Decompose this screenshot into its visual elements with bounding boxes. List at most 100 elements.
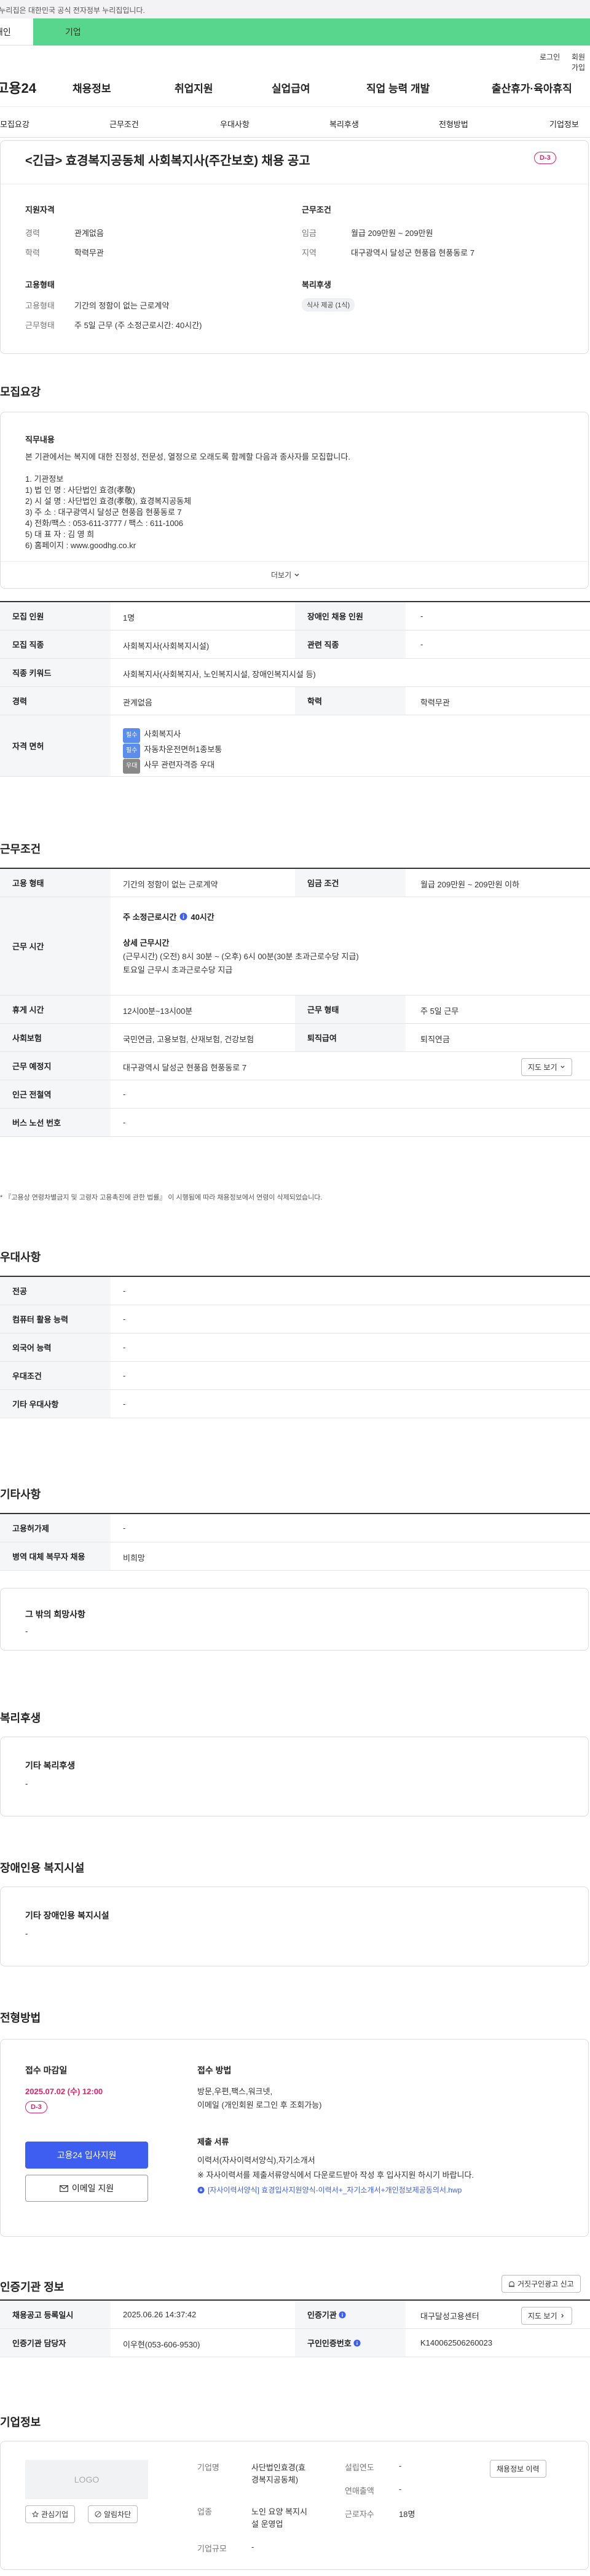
snb-conditions[interactable]: 근무조건	[109, 118, 139, 130]
disabled-box: 기타 장애인용 복지시설 -	[0, 1887, 589, 1966]
contact-value: 이우현(053-606-9530)	[123, 2340, 200, 2349]
block-alert-button[interactable]: 알림차단	[88, 2505, 138, 2523]
biz-value-1: 노인 요양 복지시	[251, 2507, 307, 2516]
insurance-key: 사회보험	[0, 1024, 111, 1051]
company-name-value-2: 경복지공동체)	[251, 2475, 299, 2484]
emp-title: 고용형태	[25, 280, 55, 289]
duty-line	[25, 463, 350, 474]
severance-key: 퇴직급여	[295, 1024, 406, 1051]
recruit-section-title: 모집요강	[0, 386, 41, 398]
list-item: 우대 사무 관련자격증 우대	[123, 758, 222, 774]
table-row: 기타 우대사항 -	[0, 1390, 590, 1418]
duty-title: 직무내용	[25, 435, 55, 444]
count-value: 1명	[123, 613, 135, 622]
qual-title: 지원자격	[25, 205, 55, 214]
docs-value-1: 이력서(자사이력서양식),자기소개서	[197, 2156, 315, 2165]
edu-value: 학력무관	[74, 248, 104, 257]
table-row: 모집 인원 1명 장애인 채용 인원 -	[0, 602, 590, 630]
table-row: 인근 전철역 -	[0, 1080, 590, 1109]
divider	[1, 561, 588, 562]
gnb-item-training[interactable]: 직업 능력 개발	[366, 80, 430, 95]
job-history-button[interactable]: 채용정보 이력	[490, 2460, 546, 2478]
preference-table: 전공 - 컴퓨터 활용 능력 - 외국어 능력 - 우대조건 - 기타 우대사항 -	[0, 1276, 590, 1418]
disabled-box-title: 기타 장애인용 복지시설	[25, 1910, 109, 1920]
workplace-key: 근무 예정지	[0, 1052, 111, 1080]
emptype-row-value: 기간의 정함이 없는 근로계약	[123, 880, 218, 889]
etc-table: 고용허가제 - 병역 대체 복무자 채용 비희망	[0, 1513, 590, 1571]
apply-button[interactable]: 고용24 입사지원	[25, 2142, 148, 2169]
work-title: 근무조건	[302, 205, 331, 214]
snb-welfare[interactable]: 복리후생	[329, 118, 359, 130]
company-box: LOGO 관심기업 알림차단 기업명 사단법인효경(효 경복지공동체) 설립연도…	[0, 2441, 589, 2570]
hours-value: 주 5일 근무 (주 소정근로시간: 40시간)	[74, 321, 202, 330]
gnb-item-unemployment[interactable]: 실업급여	[272, 80, 310, 95]
disabled-key: 장애인 채용 인원	[295, 602, 406, 630]
snb-preference[interactable]: 우대사항	[220, 118, 250, 130]
interest-company-button[interactable]: 관심기업	[25, 2505, 76, 2523]
gnb-item-parental-leave[interactable]: 출산휴가·육아휴직	[492, 80, 572, 95]
info-icon[interactable]	[179, 913, 187, 921]
tab-personal[interactable]: 개인	[0, 18, 33, 45]
doc-download-link[interactable]: [자사이력서양식] 효경입사지원양식-이력서+_자기소개서+개인정보제공동의서.…	[197, 2185, 462, 2195]
table-row: 휴게 시간 12시00분~13시00분 근무 형태 주 5일 근무	[0, 995, 590, 1024]
chevron-down-icon	[294, 573, 299, 576]
cert-map-button[interactable]: 지도 보기	[521, 2307, 572, 2325]
keyword-value: 사회복지사(사회복지사, 노인복지시설, 장애인복지시설 등)	[123, 670, 316, 679]
career-key: 경력	[25, 229, 40, 238]
wage-row-value: 월급 209만원 ~ 209만원 이하	[420, 880, 520, 889]
duty-line: 6) 홈페이지 : www.goodhg.co.kr	[25, 541, 136, 550]
wage-value: 월급 209만원 ~ 209만원	[351, 229, 433, 238]
cert-no-value: K140062506260023	[420, 2338, 493, 2347]
other-wishes-value: -	[25, 1627, 28, 1636]
duty-line: 5) 대 표 자 : 김 영 희	[25, 530, 95, 539]
site-logo[interactable]: 고용24	[0, 77, 36, 97]
count-key: 모집 인원	[0, 602, 111, 630]
map-button[interactable]: 지도 보기	[521, 1058, 572, 1076]
severance-value: 퇴직연금	[420, 1035, 450, 1044]
snb-selection[interactable]: 전형방법	[439, 118, 468, 130]
more-button[interactable]: 더보기	[271, 570, 300, 580]
welfare-box-value: -	[25, 1779, 28, 1788]
table-row: 채용공고 등록일시 2025.06.26 14:37:42 인증기관 대구달성고…	[0, 2301, 590, 2329]
dday-badge: D-3	[534, 152, 556, 164]
company-name-value-1: 사단법인효경(효	[251, 2463, 306, 2472]
table-row: 근무 예정지 대구광역시 달성군 현풍읍 현풍동로 7 지도 보기	[0, 1052, 590, 1080]
tab-company[interactable]: 기업	[33, 18, 590, 45]
docs-title: 제출 서류	[197, 2137, 229, 2146]
gnb-item-jobs[interactable]: 채용정보	[73, 80, 111, 95]
sales-value: -	[399, 2484, 402, 2494]
info-icon[interactable]	[339, 2311, 347, 2319]
report-fake-ad-button[interactable]: 거짓구인광고 신고	[502, 2275, 581, 2293]
job-key: 모집 직종	[0, 630, 111, 658]
bus-value: -	[123, 1118, 126, 1127]
emptype-row-key: 고용 형태	[0, 869, 111, 897]
table-row: 인증기관 담당자 이우현(053-606-9530) 구인인증번호 K14006…	[0, 2329, 590, 2357]
snb-recruit[interactable]: 모집요강	[0, 118, 30, 130]
global-nav: 고용24 채용정보 취업지원 실업급여 직업 능력 개발 출산휴가·육아휴직	[0, 64, 590, 107]
career-row-value: 관계없음	[123, 698, 152, 707]
list-item: 필수 자동차운전면허1종보통	[123, 743, 222, 758]
list-item: 필수 사회복지사	[123, 728, 222, 743]
gnb-item-employment-support[interactable]: 취업지원	[175, 80, 213, 95]
login-link[interactable]: 로그인	[540, 52, 560, 62]
disabled-section-title: 장애인용 복지시설	[0, 1862, 85, 1874]
edu-row-key: 학력	[295, 687, 406, 715]
snb-company[interactable]: 기업정보	[549, 118, 579, 130]
job-summary-card: <긴급> 효경복지공동체 사회복지사(주간보호) 채용 공고 D-3 지원자격 …	[0, 140, 589, 354]
disabled-box-value: -	[25, 1929, 28, 1938]
insurance-value: 국민연금, 고용보험, 산재보험, 건강보험	[123, 1035, 254, 1044]
location-value: 대구광역시 달성군 현풍읍 현풍동로 7	[351, 248, 475, 257]
cert-section-title: 인증기관 정보	[0, 2281, 65, 2293]
year-key: 설립연도	[345, 2463, 374, 2472]
method-title: 접수 방법	[197, 2065, 232, 2075]
subway-key: 인근 전철역	[0, 1080, 111, 1108]
table-row: 모집 직종 사회복지사(사회복지시설) 관련 직종 -	[0, 630, 590, 659]
location-key: 지역	[302, 248, 317, 257]
selection-box: 접수 마감일 2025.07.02 (수) 12:00 D-3 고용24 입사지…	[0, 2039, 589, 2237]
email-apply-button[interactable]: 이메일 지원	[25, 2175, 148, 2202]
org-key: 인증기관	[295, 2301, 406, 2328]
welfare-section-title: 복리후생	[0, 1712, 41, 1724]
star-icon	[32, 2511, 39, 2518]
info-icon[interactable]	[353, 2339, 361, 2347]
dday-badge: D-3	[25, 2101, 47, 2113]
